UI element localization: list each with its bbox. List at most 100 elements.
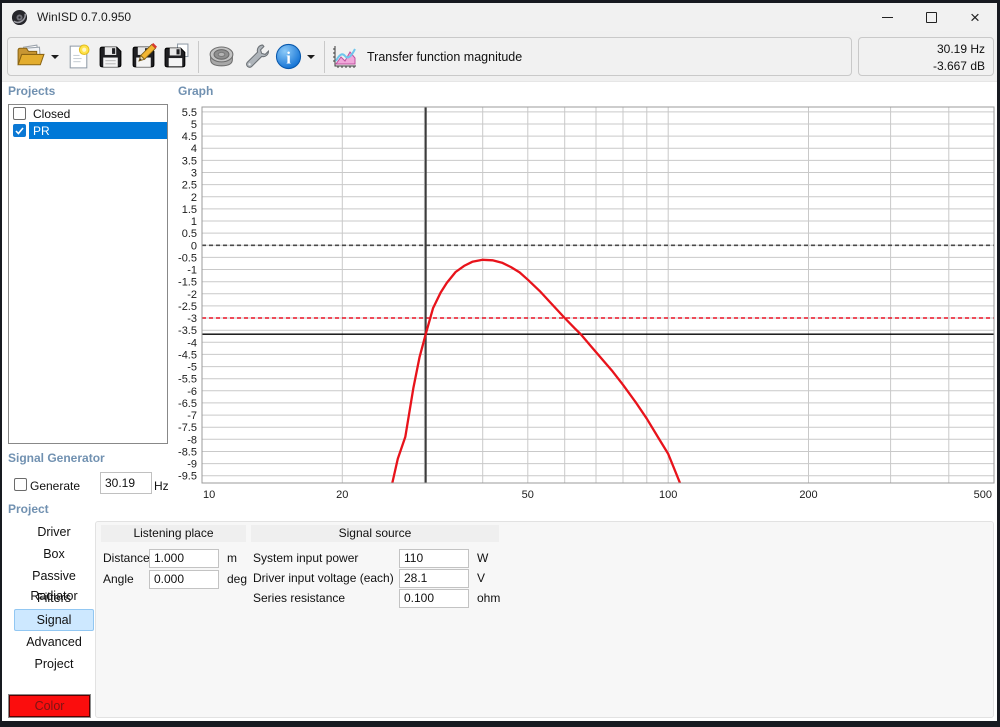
svg-text:100: 100	[659, 489, 677, 501]
series-resistance-unit: ohm	[477, 591, 501, 605]
close-button[interactable]: ×	[953, 3, 997, 31]
project-item-label: PR	[29, 122, 167, 139]
system-input-power-label: System input power	[253, 551, 359, 565]
svg-text:0.5: 0.5	[182, 228, 197, 240]
driver-editor-button[interactable]	[204, 40, 239, 74]
window-controls: ×	[865, 3, 997, 31]
generate-label: Generate	[30, 479, 81, 493]
cursor-readout: 30.19 Hz -3.667 dB	[858, 37, 994, 76]
new-document-icon	[69, 43, 90, 68]
floppy-save-icon	[99, 46, 122, 68]
info-dropdown-arrow-icon[interactable]	[307, 54, 315, 59]
svg-text:500: 500	[974, 489, 992, 501]
svg-text:-6.5: -6.5	[178, 398, 197, 410]
svg-text:-5: -5	[187, 362, 197, 374]
nav-item-filters[interactable]: Filters	[14, 587, 94, 609]
toolbar-separator-2	[324, 40, 325, 73]
svg-text:2: 2	[191, 192, 197, 204]
new-project-button[interactable]	[63, 40, 94, 74]
maximize-button[interactable]	[909, 3, 953, 31]
view-title: Transfer function magnitude	[367, 49, 523, 64]
svg-text:-2: -2	[187, 289, 197, 301]
svg-text:50: 50	[522, 489, 534, 501]
project-nav-header: Project	[8, 502, 49, 516]
driver-input-voltage-unit: V	[477, 571, 486, 585]
nav-item-passive-radiator[interactable]: Passive Radiator	[14, 565, 94, 603]
floppy-pencil-icon	[132, 43, 157, 68]
svg-text:-3: -3	[187, 313, 197, 325]
svg-text:2.5: 2.5	[182, 180, 197, 192]
generate-checkbox[interactable]	[14, 478, 27, 491]
graph-header: Graph	[178, 84, 214, 98]
series-resistance-row: Series resistance ohm	[96, 588, 500, 608]
svg-text:-8: -8	[187, 434, 197, 446]
svg-text:1: 1	[191, 216, 197, 228]
generator-frequency-unit: Hz	[154, 479, 169, 493]
svg-text:-0.5: -0.5	[178, 252, 197, 264]
window-title: WinISD 0.7.0.950	[37, 10, 132, 24]
open-dropdown-arrow-icon[interactable]	[51, 54, 59, 59]
svg-text:-4: -4	[187, 337, 197, 349]
floppy-copy-icon	[164, 43, 189, 68]
open-project-button[interactable]	[12, 40, 49, 74]
save-button[interactable]	[94, 40, 127, 74]
series-resistance-input[interactable]	[399, 588, 469, 608]
app-speaker-icon	[11, 9, 28, 26]
svg-text:3: 3	[191, 168, 197, 180]
svg-text:-5.5: -5.5	[178, 374, 197, 386]
svg-text:3.5: 3.5	[182, 155, 197, 167]
projects-list[interactable]: Closed PR	[8, 104, 168, 444]
svg-text:-7.5: -7.5	[178, 422, 197, 434]
nav-item-signal[interactable]: Signal	[14, 609, 94, 631]
svg-text:-3.5: -3.5	[178, 325, 197, 337]
system-input-power-row: System input power W	[96, 548, 488, 568]
system-input-power-unit: W	[477, 551, 489, 565]
nav-item-driver[interactable]: Driver	[14, 521, 94, 543]
minimize-button[interactable]	[865, 3, 909, 31]
toolbar-separator	[198, 40, 199, 73]
svg-text:-1: -1	[187, 265, 197, 277]
project-nav: Driver Box Passive Radiator Filters Signal Ad…	[2, 521, 96, 675]
save-as-button[interactable]	[127, 40, 160, 74]
svg-text:-4.5: -4.5	[178, 349, 197, 361]
toolbar-strip: i Transfer function magnitude 30.19 Hz -…	[2, 31, 997, 82]
system-input-power-input[interactable]	[399, 548, 469, 568]
info-button[interactable]: i	[272, 40, 305, 74]
nav-item-advanced[interactable]: Advanced	[14, 631, 94, 653]
settings-panel: Listening place Signal source Distance m…	[95, 521, 994, 718]
maximize-icon	[925, 11, 937, 23]
wrench-icon	[246, 44, 269, 68]
folder-open-icon	[17, 44, 45, 66]
project-checkbox-pr[interactable]	[13, 124, 26, 137]
color-button[interactable]: Color	[8, 694, 91, 718]
project-checkbox-closed[interactable]	[13, 107, 26, 120]
minimize-icon	[881, 16, 893, 18]
svg-text:-8.5: -8.5	[178, 447, 197, 459]
app-window: WinISD 0.7.0.950 × i Transfer function m…	[2, 3, 997, 721]
speaker-driver-icon	[209, 46, 234, 67]
project-list-item-pr[interactable]: PR	[9, 122, 167, 139]
project-list-item-closed[interactable]: Closed	[9, 105, 167, 122]
readout-frequency: 30.19 Hz	[936, 42, 985, 56]
svg-text:-2.5: -2.5	[178, 301, 197, 313]
info-icon: i	[275, 43, 302, 70]
generator-frequency-input[interactable]	[100, 472, 152, 494]
svg-text:5: 5	[191, 119, 197, 131]
readout-level: -3.667 dB	[932, 59, 985, 73]
svg-text:-7: -7	[187, 410, 197, 422]
toolbox-button[interactable]	[239, 40, 272, 74]
transfer-function-chart[interactable]: 5.5 5 4.5 4 3.5 3 2.5 2 1.5 1 0.5 0 -0.5 -1 -1.5 -2 -2.5…	[166, 104, 998, 506]
signal-generator-row: Generate Hz	[2, 469, 192, 497]
svg-text:5.5: 5.5	[182, 107, 197, 119]
close-icon: ×	[970, 7, 980, 27]
signal-generator-header: Signal Generator	[8, 451, 105, 465]
svg-text:-6: -6	[187, 386, 197, 398]
driver-input-voltage-input[interactable]	[399, 568, 469, 588]
svg-text:i: i	[286, 48, 291, 67]
save-all-button[interactable]	[160, 40, 193, 74]
project-item-label: Closed	[33, 106, 71, 121]
toolbar: i Transfer function magnitude	[7, 37, 852, 76]
nav-item-box[interactable]: Box	[14, 543, 94, 565]
nav-item-project[interactable]: Project	[14, 653, 94, 675]
signal-source-header: Signal source	[251, 525, 499, 542]
